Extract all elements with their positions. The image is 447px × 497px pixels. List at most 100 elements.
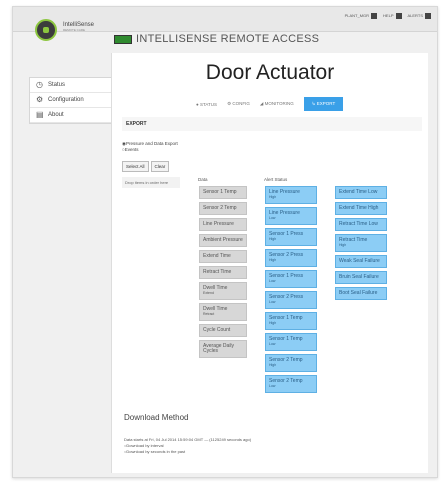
chip-label: Boot Seal Failure xyxy=(339,290,378,296)
chip-sublabel: Low xyxy=(269,342,276,346)
draggable-chip[interactable]: Retract Time Low xyxy=(335,218,387,231)
tab-status[interactable]: ● STATUS xyxy=(196,102,217,107)
draggable-chip[interactable]: Extend Time xyxy=(199,250,247,263)
radio-label: Pressure and Data Export xyxy=(125,141,178,146)
draggable-chip[interactable]: Cycle Count xyxy=(199,324,247,337)
chip-sublabel: High xyxy=(339,243,347,247)
tab-export[interactable]: ↳ EXPORT xyxy=(303,97,344,111)
brand-subtitle: REMOTE CARE xyxy=(63,28,86,32)
clear-button[interactable]: Clear xyxy=(150,161,170,172)
data-items-column: Sensor 1 Temp Sensor 2 Temp Line Pressure A… xyxy=(196,183,250,361)
chip-sublabel: High xyxy=(269,237,277,241)
data-column-title: Data xyxy=(198,177,208,182)
radio-download-seconds[interactable]: ○Download by seconds in the past xyxy=(124,449,251,455)
alerts-label: ALERTS xyxy=(407,13,424,19)
draggable-chip[interactable]: Line Pressure Low xyxy=(265,207,317,225)
draggable-chip[interactable]: Retract Time xyxy=(199,266,247,279)
draggable-chip[interactable]: Sensor 1 Temp High xyxy=(265,312,317,330)
chip-label: Sensor 1 Temp xyxy=(203,189,237,195)
draggable-chip[interactable]: Boot Seal Failure xyxy=(335,287,387,300)
chip-label: Extend Time xyxy=(203,253,231,259)
chip-sublabel: Low xyxy=(269,300,276,304)
draggable-chip[interactable]: Sensor 2 Press Low xyxy=(265,291,317,309)
draggable-chip[interactable]: Weak Seal Failure xyxy=(335,255,387,268)
chip-label: Extend Time High xyxy=(339,205,379,211)
help-label: HELP xyxy=(383,13,394,19)
chip-sublabel: Low xyxy=(269,279,276,283)
user-label: PLANT_MGR xyxy=(344,13,370,19)
chip-sublabel: Extend xyxy=(203,291,214,295)
section-header: EXPORT xyxy=(122,117,422,131)
help-icon xyxy=(395,13,402,19)
chip-label: Line Pressure xyxy=(203,221,234,227)
draggable-chip[interactable]: Ambient Pressure xyxy=(199,234,247,247)
alerts-menu[interactable]: ALERTS xyxy=(407,13,431,19)
draggable-chip[interactable]: Sensor 1 Temp Low xyxy=(265,333,317,351)
radio-events[interactable]: ○Events xyxy=(122,147,178,153)
export-type-radios: ◉Pressure and Data Export ○Events xyxy=(122,141,178,153)
chip-sublabel: High xyxy=(269,258,277,262)
draggable-chip[interactable]: Average Daily Cycles xyxy=(199,340,247,358)
draggable-chip[interactable]: Sensor 1 Temp xyxy=(199,186,247,199)
sidebar: ◷ Status ⚙ Configuration ▤ About xyxy=(29,77,113,124)
chip-label: Retract Time Low xyxy=(339,221,378,227)
chip-label: Cycle Count xyxy=(203,327,231,333)
select-all-button[interactable]: Select All xyxy=(122,161,149,172)
radio-label: Download by seconds in the past xyxy=(126,449,186,454)
alert-items-column-2: Extend Time Low Extend Time High Retract T… xyxy=(332,183,390,303)
tab-label: MONITORING xyxy=(264,101,294,106)
chip-sublabel: Retract xyxy=(203,312,215,316)
help-menu[interactable]: HELP xyxy=(383,13,402,19)
sidebar-item-configuration[interactable]: ⚙ Configuration xyxy=(30,93,112,108)
draggable-chip[interactable]: Extend Time Low xyxy=(335,186,387,199)
top-nav: PLANT_MGR HELP ALERTS xyxy=(345,13,431,19)
download-method-title: Download Method xyxy=(124,413,189,422)
draggable-chip[interactable]: Line Pressure High xyxy=(265,186,317,204)
tab-label: CONFIG xyxy=(232,101,250,106)
draggable-chip[interactable]: Line Pressure xyxy=(199,218,247,231)
draggable-chip[interactable]: Extend Time High xyxy=(335,202,387,215)
sidebar-item-label: Status xyxy=(48,82,66,88)
download-info: Data starts at Fri, 04 Jul 2014 15:59:04… xyxy=(124,437,251,455)
draggable-chip[interactable]: Sensor 2 Temp High xyxy=(265,354,317,372)
tab-label: STATUS xyxy=(199,101,218,107)
draggable-chip[interactable]: Sensor 2 Press High xyxy=(265,249,317,267)
chip-label: Sensor 2 Temp xyxy=(203,205,237,211)
draggable-chip[interactable]: Sensor 1 Press High xyxy=(265,228,317,246)
brand-logo xyxy=(35,19,57,41)
chip-sublabel: Low xyxy=(269,384,276,388)
main-panel: Door Actuator ● STATUS ⚙ CONFIG ◢ MONITO… xyxy=(111,53,428,473)
app-title-text: INTELLISENSE REMOTE ACCESS xyxy=(136,33,320,45)
chip-sublabel: High xyxy=(269,321,277,325)
sidebar-item-status[interactable]: ◷ Status xyxy=(30,78,112,93)
chip-label: Retract Time xyxy=(203,269,232,275)
battery-icon xyxy=(114,34,132,44)
app-title: INTELLISENSE REMOTE ACCESS xyxy=(114,33,319,45)
draggable-chip[interactable]: Dwell Time Extend xyxy=(199,282,247,300)
chip-label: Weak Seal Failure xyxy=(339,258,380,264)
chip-label: Extend Time Low xyxy=(339,189,378,195)
chip-label: Average Daily Cycles xyxy=(203,343,235,354)
sidebar-item-about[interactable]: ▤ About xyxy=(30,108,112,123)
chip-sublabel: High xyxy=(269,363,277,367)
draggable-chip[interactable]: Sensor 2 Temp Low xyxy=(265,375,317,393)
radio-label: Download by interval xyxy=(126,443,164,448)
brand-name: IntelliSense REMOTE CARE xyxy=(63,22,94,32)
draggable-chip[interactable]: Sensor 2 Temp xyxy=(199,202,247,215)
draggable-chip[interactable]: Bruin Seal Failure xyxy=(335,271,387,284)
draggable-chip[interactable]: Dwell Time Retract xyxy=(199,303,247,321)
alert-column-title: Alert Status xyxy=(264,177,288,182)
radio-label: Events xyxy=(124,147,139,152)
sidebar-item-label: Configuration xyxy=(48,97,84,103)
draggable-chip[interactable]: Retract Time High xyxy=(335,234,387,252)
bell-icon xyxy=(425,13,431,19)
alert-items-column: Line Pressure High Line Pressure Low Sensor … xyxy=(262,183,320,396)
book-icon: ▤ xyxy=(36,110,44,119)
tab-monitoring[interactable]: ◢ MONITORING xyxy=(260,101,294,107)
gear-icon: ⚙ xyxy=(36,95,44,104)
clock-icon: ◷ xyxy=(36,80,43,89)
user-menu[interactable]: PLANT_MGR xyxy=(344,13,378,19)
tab-config[interactable]: ⚙ CONFIG xyxy=(227,101,250,107)
drop-zone[interactable]: Drop items in order here xyxy=(122,177,180,188)
draggable-chip[interactable]: Sensor 1 Press Low xyxy=(265,270,317,288)
